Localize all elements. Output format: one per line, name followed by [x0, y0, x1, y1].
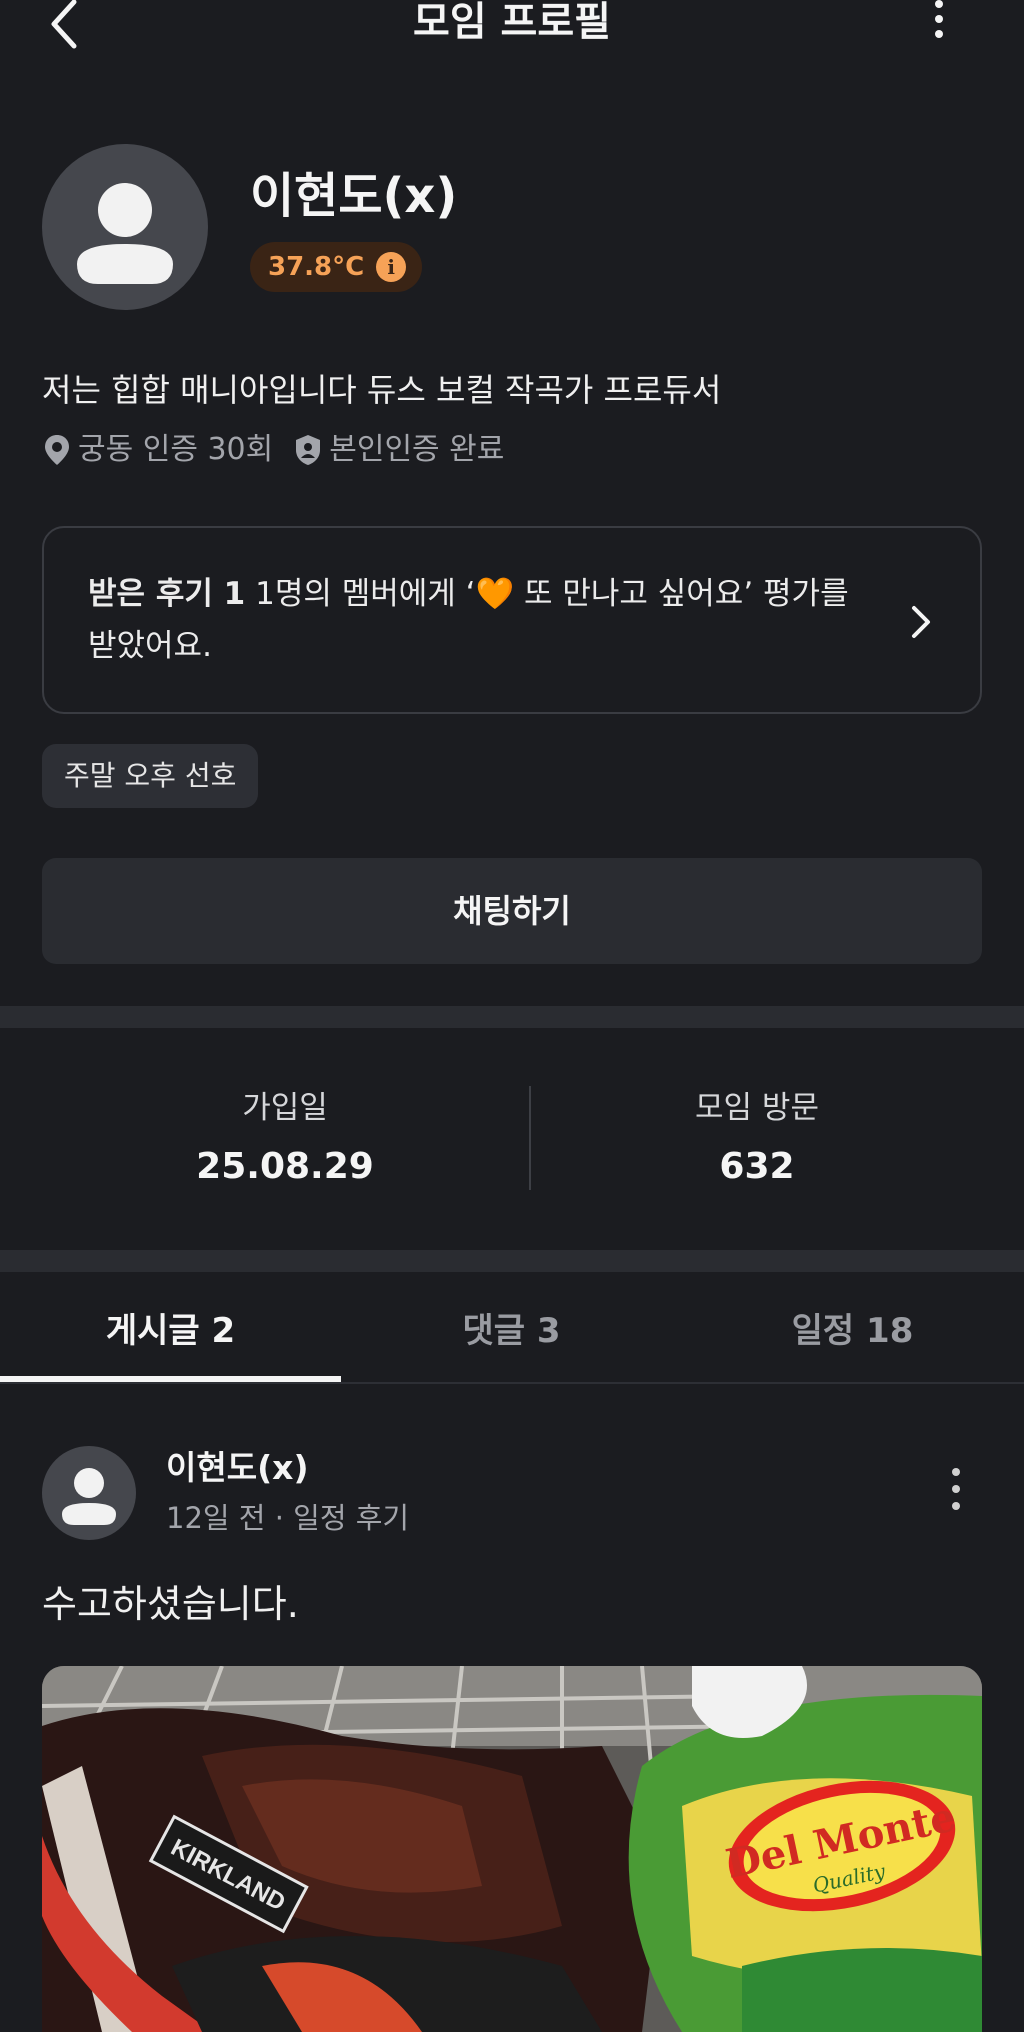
- chevron-right-icon: [906, 596, 936, 648]
- identity-verify: 본인인증 완료: [293, 428, 504, 472]
- more-vertical-icon: [935, 0, 943, 38]
- profile-tabs: 게시글 2 댓글 3 일정 18: [0, 1272, 1024, 1384]
- visit-count-stat: 모임 방문 632: [517, 1086, 997, 1192]
- post-body: 수고하셨습니다.: [42, 1582, 299, 1626]
- preference-tag: 주말 오후 선호: [42, 744, 259, 808]
- top-bar: 모임 프로필: [0, 0, 1024, 58]
- location-verify-text: 궁동 인증 30회: [78, 432, 274, 467]
- more-button[interactable]: [924, 0, 954, 44]
- review-summary-card[interactable]: 받은 후기 1 1명의 멤버에게 ‘🧡 또 만나고 싶어요’ 평가를 받았어요.: [42, 526, 982, 714]
- active-tab-indicator: [0, 1376, 341, 1382]
- post-category: 일정 후기: [293, 1501, 410, 1535]
- tab-posts[interactable]: 게시글 2: [0, 1272, 341, 1384]
- join-date-stat: 가입일 25.08.29: [45, 1086, 525, 1192]
- section-divider: [0, 1250, 1024, 1272]
- avatar[interactable]: [42, 144, 208, 310]
- nickname: 이현도(x): [250, 168, 458, 224]
- shield-user-icon: [296, 435, 321, 465]
- chat-button[interactable]: 채팅하기: [42, 858, 982, 964]
- tab-comments[interactable]: 댓글 3: [341, 1272, 682, 1384]
- review-title: 받은 후기 1: [88, 576, 246, 612]
- review-text-before: 1명의 멤버에게 ‘: [255, 576, 476, 612]
- profile-bio: 저는 힙합 매니아입니다 듀스 보컬 작곡가 프로듀서: [42, 371, 722, 409]
- location-pin-icon: [45, 435, 69, 465]
- post-photo-image: KIRKLAND Del Monte Quality: [42, 1666, 982, 2032]
- info-icon: i: [376, 252, 407, 282]
- post-more-button[interactable]: [948, 1466, 964, 1512]
- temperature-badge[interactable]: 37.8°C i: [250, 242, 423, 292]
- identity-verify-text: 본인인증 완료: [329, 432, 505, 467]
- post-author-name[interactable]: 이현도(x): [166, 1446, 309, 1490]
- post-time: 12일 전: [166, 1501, 266, 1535]
- verification-row: 궁동 인증 30회 본인인증 완료: [42, 428, 524, 472]
- visit-count-label: 모임 방문: [695, 1090, 819, 1126]
- page-title: 모임 프로필: [413, 0, 611, 45]
- join-date-value: 25.08.29: [196, 1146, 374, 1187]
- visit-count-value: 632: [719, 1146, 795, 1187]
- meta-dot: ·: [274, 1501, 294, 1535]
- post-author-avatar[interactable]: [42, 1446, 136, 1540]
- post-meta: 12일 전 · 일정 후기: [166, 1496, 409, 1540]
- location-verify: 궁동 인증 30회: [42, 428, 273, 472]
- more-vertical-icon: [952, 1468, 960, 1510]
- section-divider: [0, 1006, 1024, 1028]
- review-text: 받은 후기 1 1명의 멤버에게 ‘🧡 또 만나고 싶어요’ 평가를 받았어요.: [88, 568, 868, 672]
- temperature-value: 37.8°C: [268, 252, 365, 282]
- join-date-label: 가입일: [242, 1090, 328, 1126]
- default-avatar-icon: [77, 183, 173, 284]
- post-photo[interactable]: KIRKLAND Del Monte Quality: [42, 1666, 982, 2032]
- default-avatar-icon: [62, 1468, 116, 1525]
- stats-section: 가입일 25.08.29 모임 방문 632: [0, 1028, 1024, 1250]
- orange-heart-icon: 🧡: [475, 576, 515, 612]
- tab-schedule[interactable]: 일정 18: [682, 1272, 1023, 1384]
